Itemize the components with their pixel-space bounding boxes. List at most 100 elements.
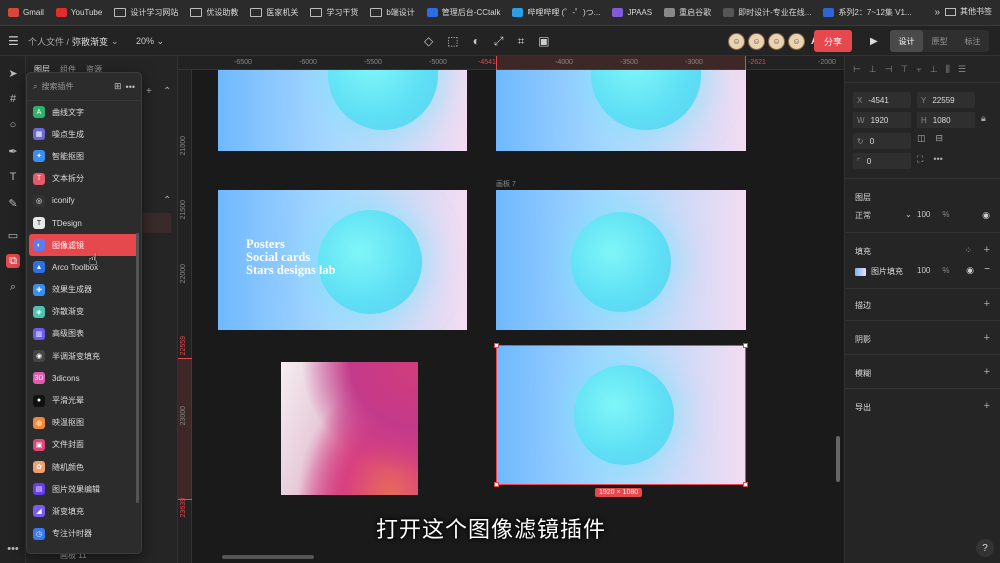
align-left-icon[interactable]: ⊢ <box>853 64 861 75</box>
add-blur-icon[interactable]: + <box>984 366 990 378</box>
collapse-icon[interactable]: ⌃ <box>163 86 171 97</box>
align-right-icon[interactable]: ⊣ <box>885 64 893 75</box>
share-button[interactable]: 分享 <box>814 30 852 52</box>
visibility-icon[interactable]: ◉ <box>982 210 990 221</box>
bookmark-item[interactable]: b端设计 <box>370 7 415 18</box>
plugin-item[interactable]: ◷ 专注计时器 <box>27 523 141 545</box>
add-fill-icon[interactable]: + <box>984 244 990 256</box>
bookmark-item[interactable]: 设计学习网站 <box>114 7 178 18</box>
plugin-item[interactable]: ◎ iconify <box>27 190 141 212</box>
plugin-item[interactable]: ▣ 文件封面 <box>27 434 141 456</box>
grid-view-icon[interactable]: ⊞ <box>114 81 122 92</box>
plugin-list-scrollbar[interactable] <box>136 233 139 503</box>
frame-select-icon[interactable]: ⬚ <box>447 34 458 48</box>
tab-annotate[interactable]: 标注 <box>956 30 989 52</box>
artboard[interactable] <box>496 70 746 151</box>
height-field[interactable]: H 1080 <box>917 112 975 128</box>
comment-icon[interactable]: ▭ <box>6 228 20 242</box>
pencil-tool-icon[interactable]: ✎ <box>6 196 20 210</box>
plugin-item[interactable]: T TDesign <box>27 212 141 234</box>
add-export-icon[interactable]: + <box>984 400 990 412</box>
bookmark-item[interactable]: 医家机关 <box>250 7 298 18</box>
bookmark-item[interactable]: 哔哩哔哩 (゜-゜)つ... <box>512 7 600 18</box>
plugin-item[interactable]: ◢ 渐变填充 <box>27 500 141 522</box>
add-page-icon[interactable]: + <box>146 86 152 97</box>
plugin-item[interactable]: A 曲线文字 <box>27 101 141 123</box>
bookmarks-more-button[interactable]: » <box>934 7 940 18</box>
more-icon[interactable]: ••• <box>6 542 20 556</box>
plugin-item[interactable]: ▦ 噪点生成 <box>27 123 141 145</box>
plugin-item[interactable]: ◍ 映温抠图 <box>27 412 141 434</box>
plugin-item[interactable]: ✦ 智能抠图 <box>27 145 141 167</box>
bookmark-item[interactable]: 系列2：7~12集 V1... <box>823 7 912 18</box>
bookmark-item[interactable]: 学习干货 <box>310 7 358 18</box>
chevron-down-icon[interactable]: ⌄ <box>111 36 119 47</box>
shape-tool-icon[interactable]: ○ <box>6 118 20 132</box>
y-field[interactable]: Y 22559 <box>917 92 975 108</box>
artboard[interactable] <box>218 70 467 151</box>
plugin-item[interactable]: ✿ 随机颜色 <box>27 456 141 478</box>
collapse-all-icon[interactable]: ⌃ <box>163 195 171 206</box>
bookmark-item[interactable]: 重启谷歌 <box>664 7 711 18</box>
zoom-select[interactable]: 20% ⌄ <box>136 26 164 56</box>
plugin-item[interactable]: ◈ 弥散渐变 <box>27 301 141 323</box>
other-bookmarks-button[interactable]: 其他书签 <box>945 6 992 17</box>
mask-icon[interactable]: ▣ <box>538 34 549 48</box>
design-canvas[interactable]: -6500 -6000 -5500 -5000 -4541 -4000 -350… <box>178 56 844 563</box>
bookmark-item[interactable]: JPAAS <box>612 8 652 17</box>
artboard-7[interactable] <box>496 190 746 330</box>
plugin-item[interactable]: ◐ 图像滤镜 <box>29 234 139 257</box>
artboard-label[interactable]: 画板 7 <box>496 179 516 189</box>
plugin-item[interactable]: 3D 3dicons <box>27 367 141 389</box>
plugin-item[interactable]: ▤ 图片效果编辑 <box>27 478 141 500</box>
bookmark-item[interactable]: 管理后台-CCtalk <box>426 7 500 18</box>
more-options-icon[interactable]: ••• <box>126 82 135 92</box>
plugin-search-input[interactable]: 搜索插件 <box>41 81 73 92</box>
menu-icon[interactable]: ☰ <box>8 26 19 56</box>
boolean-icon[interactable]: ◐ <box>473 34 480 48</box>
blend-mode-select[interactable]: 正常 ⌄ <box>855 210 912 221</box>
search-icon[interactable]: ⌕ <box>6 280 20 294</box>
remove-fill-icon[interactable]: − <box>984 264 990 275</box>
align-bottom-icon[interactable]: ⊥ <box>930 64 938 75</box>
avatar[interactable]: ☺ <box>768 32 785 50</box>
bookmark-item[interactable]: 即时设计-专业在线... <box>723 7 811 18</box>
play-icon[interactable]: ▶ <box>870 26 878 56</box>
text-tool-icon[interactable]: T <box>6 170 20 184</box>
flip-horizontal-icon[interactable]: ◫ <box>917 133 926 144</box>
plugin-item[interactable]: T 文本拆分 <box>27 168 141 190</box>
artboard-poster[interactable]: Posters Social cards Stars designs lab <box>218 190 467 330</box>
help-button[interactable]: ? <box>976 539 994 557</box>
align-middle-icon[interactable]: ⫟ <box>916 64 921 75</box>
crop-icon[interactable]: ⌗ <box>517 34 524 49</box>
more-icon[interactable]: ••• <box>933 154 942 165</box>
avatar[interactable]: ☺ <box>788 32 805 50</box>
add-shadow-icon[interactable]: + <box>984 332 990 344</box>
breadcrumb-parent[interactable]: 个人文件 / <box>28 35 69 48</box>
plugin-item[interactable]: ● 平滑光晕 <box>27 389 141 411</box>
plugin-search[interactable]: ⌕ 搜索插件 ⊞ ••• <box>27 73 141 101</box>
corner-radius-field[interactable]: ⌜ 0 <box>853 153 911 169</box>
plugin-item[interactable]: ✚ 效果生成器 <box>27 279 141 301</box>
resize-handle[interactable] <box>743 482 748 487</box>
width-field[interactable]: W 1920 <box>853 112 911 128</box>
avatar[interactable]: ☺ <box>728 32 745 50</box>
scale-icon[interactable]: ⤢ <box>494 34 504 49</box>
add-stroke-icon[interactable]: + <box>984 298 990 310</box>
flip-vertical-icon[interactable]: ⊟ <box>936 133 944 144</box>
bookmark-item[interactable]: 优设助教 <box>190 7 238 18</box>
style-grid-icon[interactable]: ⁘ <box>964 245 972 256</box>
plugin-icon[interactable]: ⧉ <box>6 254 20 268</box>
plugin-item[interactable]: ◉ 半调渐变填充 <box>27 345 141 367</box>
resize-handle[interactable] <box>494 343 499 348</box>
align-top-icon[interactable]: ⊤ <box>901 64 909 75</box>
frame-tool-icon[interactable]: # <box>6 92 20 106</box>
file-name[interactable]: 弥散渐变 <box>72 35 108 48</box>
fill-swatch[interactable] <box>855 267 866 276</box>
visibility-icon[interactable]: ◉ <box>966 265 974 276</box>
avatar[interactable]: ☺ <box>748 32 765 50</box>
plugin-item[interactable]: ▥ 高级图表 <box>27 323 141 345</box>
bookmark-item[interactable]: YouTube <box>55 8 102 17</box>
horizontal-scrollbar[interactable] <box>222 555 314 559</box>
fill-opacity-field[interactable]: 100% <box>917 266 949 275</box>
